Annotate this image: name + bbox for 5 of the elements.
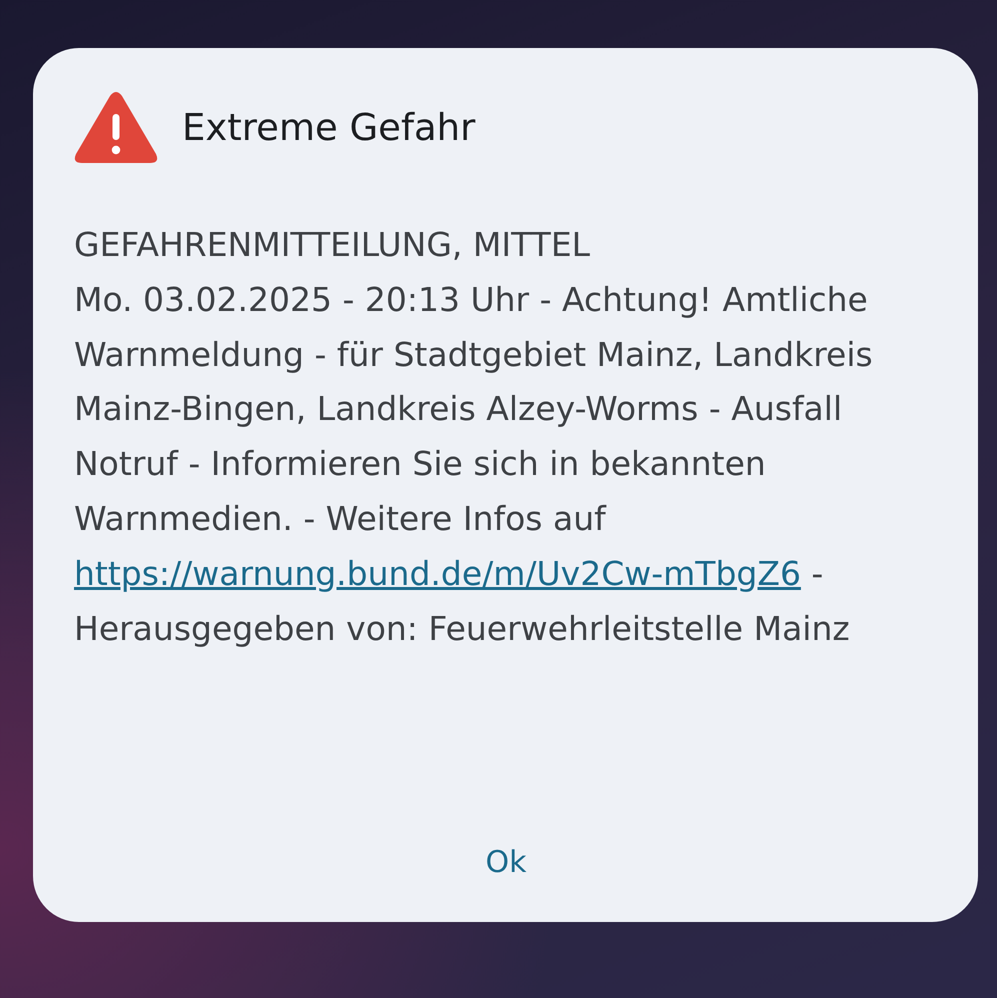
warning-link[interactable]: https://warnung.bund.de/m/Uv2Cw-mTbgZ6 xyxy=(74,554,801,593)
warning-icon xyxy=(74,90,158,164)
alert-title: Extreme Gefahr xyxy=(182,106,476,148)
ok-button[interactable]: Ok xyxy=(472,841,540,884)
alert-message: GEFAHRENMITTEILUNG, MITTEL Mo. 03.02.2025 - 20:13 Uhr - Achtung! Amtliche Warnmeldung - für Stadtgebiet Mainz, Landkreis Mainz-Bingen, Landkreis Alzey-Worms - Ausfall Notruf - Informieren Sie sich in bekannten Warnmedien. - Weitere Infos auf https://warnung.bund.de/m/Uv2Cw-mTbgZ6 - Herausgegeben von: Feuerwehrleitstelle Mainz xyxy=(74,224,874,650)
